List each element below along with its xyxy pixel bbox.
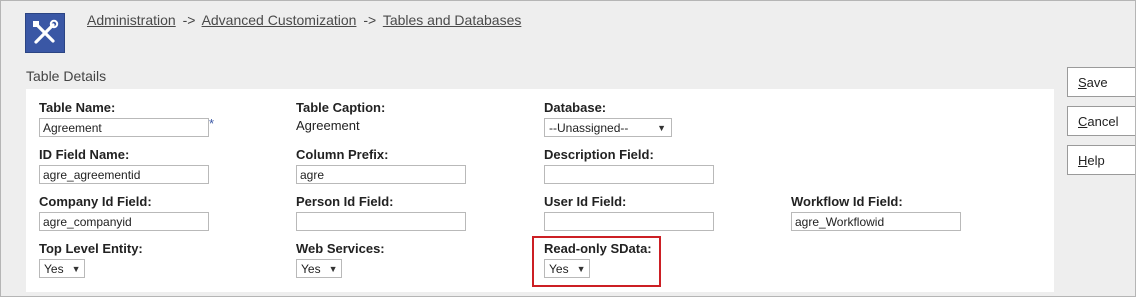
table-caption-field: Table Caption: Agreement	[296, 100, 385, 133]
web-services-value: Yes	[301, 261, 321, 276]
database-label: Database:	[544, 100, 607, 115]
save-button[interactable]: Save	[1067, 67, 1135, 97]
database-select[interactable]: --Unassigned-- ▼	[544, 118, 672, 137]
highlight-box	[532, 236, 661, 287]
table-caption-value: Agreement	[296, 118, 360, 133]
chevron-down-icon: ▼	[71, 263, 81, 274]
top-level-entity-select[interactable]: Yes ▼	[39, 259, 85, 278]
breadcrumb-advanced-customization-link[interactable]: Advanced Customization	[202, 12, 357, 28]
description-field-label: Description Field:	[544, 147, 654, 162]
save-button-mnemonic: S	[1078, 75, 1087, 90]
table-name-label: Table Name:	[39, 100, 116, 115]
workflow-id-input[interactable]	[791, 212, 961, 231]
cancel-button-mnemonic: C	[1078, 114, 1088, 129]
chevron-down-icon: ▼	[657, 122, 666, 133]
table-name-field: Table Name: *	[39, 100, 214, 137]
chevron-down-icon: ▼	[328, 263, 338, 274]
company-id-label: Company Id Field:	[39, 194, 152, 209]
help-button-label: elp	[1087, 153, 1105, 168]
top-level-entity-field: Top Level Entity: Yes ▼	[39, 241, 143, 278]
web-services-select[interactable]: Yes ▼	[296, 259, 342, 278]
database-field: Database: --Unassigned-- ▼	[544, 100, 672, 137]
breadcrumb-tables-databases-link[interactable]: Tables and Databases	[383, 12, 522, 28]
database-select-value: --Unassigned--	[549, 120, 629, 135]
user-id-field: User Id Field:	[544, 194, 714, 231]
save-button-label: ave	[1086, 75, 1108, 90]
web-services-field: Web Services: Yes ▼	[296, 241, 385, 278]
description-field-input[interactable]	[544, 165, 714, 184]
required-marker: *	[209, 116, 215, 131]
column-prefix-field: Column Prefix:	[296, 147, 466, 184]
breadcrumb-administration-link[interactable]: Administration	[87, 12, 176, 28]
workflow-id-field: Workflow Id Field:	[791, 194, 961, 231]
table-caption-label: Table Caption:	[296, 100, 386, 115]
top-level-entity-value: Yes	[44, 261, 64, 276]
help-button[interactable]: Help	[1067, 145, 1135, 175]
person-id-field: Person Id Field:	[296, 194, 466, 231]
user-id-label: User Id Field:	[544, 194, 627, 209]
column-prefix-label: Column Prefix:	[296, 147, 389, 162]
web-services-label: Web Services:	[296, 241, 385, 256]
tools-icon	[25, 13, 65, 53]
id-field-name-input[interactable]	[39, 165, 209, 184]
workflow-id-label: Workflow Id Field:	[791, 194, 903, 209]
cancel-button[interactable]: Cancel	[1067, 106, 1135, 136]
company-id-input[interactable]	[39, 212, 209, 231]
breadcrumb-separator: ->	[363, 12, 377, 28]
cancel-button-label: ancel	[1087, 114, 1119, 129]
breadcrumb-separator: ->	[182, 12, 196, 28]
top-level-entity-label: Top Level Entity:	[39, 241, 143, 256]
person-id-input[interactable]	[296, 212, 466, 231]
table-name-input[interactable]	[39, 118, 209, 137]
breadcrumb: Administration -> Advanced Customization…	[87, 12, 521, 28]
description-field-field: Description Field:	[544, 147, 714, 184]
id-field-name-field: ID Field Name:	[39, 147, 209, 184]
person-id-label: Person Id Field:	[296, 194, 394, 209]
company-id-field: Company Id Field:	[39, 194, 209, 231]
help-button-mnemonic: H	[1078, 153, 1088, 168]
section-title: Table Details	[26, 68, 107, 84]
user-id-input[interactable]	[544, 212, 714, 231]
column-prefix-input[interactable]	[296, 165, 466, 184]
id-field-name-label: ID Field Name:	[39, 147, 130, 162]
